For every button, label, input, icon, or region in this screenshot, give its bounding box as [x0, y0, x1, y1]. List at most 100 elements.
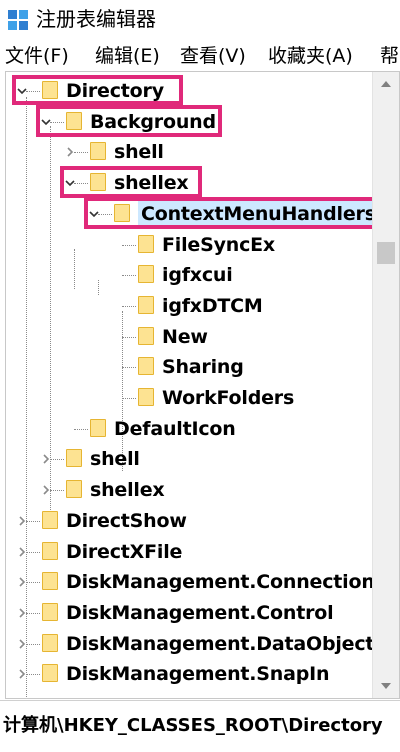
tree-item-label: shellex — [114, 172, 189, 195]
folder-icon — [138, 265, 154, 284]
chevron-right-icon[interactable] — [16, 607, 28, 619]
folder-icon — [90, 173, 106, 192]
tree-item-sharing[interactable]: Sharing — [6, 352, 372, 382]
folder-icon — [42, 633, 58, 652]
status-bar: 计算机\HKEY_CLASSES_ROOT\Directory — [0, 700, 400, 752]
tree-connector-line — [26, 674, 40, 676]
chevron-right-icon[interactable] — [16, 576, 28, 588]
tree-item-filesyncex[interactable]: FileSyncEx — [6, 230, 372, 260]
tree-connector-line — [122, 275, 136, 277]
tree-item-diskmanagement-control[interactable]: DiskManagement.Control — [6, 598, 372, 628]
chevron-down-icon[interactable] — [88, 208, 100, 220]
vertical-scrollbar[interactable] — [372, 72, 399, 698]
tree-item-workfolders[interactable]: WorkFolders — [6, 383, 372, 413]
menu-favorites[interactable]: 收藏夹(A) — [268, 43, 353, 69]
tree-connector-line — [50, 490, 64, 492]
registry-tree: Directory Background shell shellex ContextMe… — [6, 72, 372, 698]
tree-item-label: Directory — [66, 80, 164, 102]
scroll-up-button[interactable] — [373, 72, 399, 96]
tree-connector-line — [50, 121, 64, 123]
chevron-right-icon[interactable] — [16, 638, 28, 650]
chevron-right-icon[interactable] — [16, 546, 28, 558]
tree-item-label: shell — [90, 448, 140, 471]
chevron-down-icon[interactable] — [64, 177, 76, 189]
chevron-right-icon[interactable] — [16, 668, 28, 680]
scroll-down-button[interactable] — [373, 674, 399, 698]
tree-item-label: shellex — [90, 479, 165, 502]
folder-icon — [114, 203, 130, 222]
tree-item-label: DiskManagement.Connection — [66, 571, 372, 594]
tree-connector-line — [26, 582, 40, 584]
folder-icon — [138, 326, 154, 345]
tree-item-label: WorkFolders — [162, 387, 295, 409]
tree-connector-line — [50, 459, 64, 461]
tree-item-label: ContextMenuHandlers — [138, 200, 372, 227]
chevron-right-icon[interactable] — [64, 146, 76, 158]
tree-item-label: DefaultIcon — [114, 417, 236, 440]
tree-connector-line — [26, 91, 40, 92]
chevron-up-icon — [381, 81, 391, 87]
folder-icon — [42, 510, 58, 529]
tree-item-label: DirectXFile — [66, 540, 183, 563]
folder-icon — [138, 295, 154, 314]
menu-bar: 文件(F) 编辑(E) 查看(V) 收藏夹(A) 帮 — [0, 40, 400, 72]
tree-connector-line — [122, 305, 136, 307]
tree-connector-line — [74, 183, 88, 185]
tree-item-igfxdtcm[interactable]: igfxDTCM — [6, 291, 372, 321]
folder-icon — [42, 541, 58, 560]
chevron-down-icon[interactable] — [16, 85, 28, 97]
chevron-right-icon[interactable] — [40, 453, 52, 465]
menu-view[interactable]: 查看(V) — [180, 43, 246, 69]
folder-icon — [138, 234, 154, 253]
folder-icon — [90, 418, 106, 437]
tree-item-label: DiskManagement.DataObject — [66, 632, 372, 655]
scroll-thumb[interactable] — [377, 242, 395, 264]
tree-item-diskmanagement-dataobject[interactable]: DiskManagement.DataObject — [6, 629, 372, 659]
tree-item-directory[interactable]: Directory — [6, 76, 372, 106]
tree-item-label: igfxDTCM — [162, 294, 263, 317]
menu-help[interactable]: 帮 — [380, 43, 399, 69]
tree-item-defaulticon[interactable]: DefaultIcon — [6, 414, 372, 444]
tree-connector-line — [26, 612, 40, 614]
folder-icon — [66, 449, 82, 468]
chevron-down-icon — [381, 683, 391, 689]
tree-item-directxfile[interactable]: DirectXFile — [6, 537, 372, 567]
tree-item-shell[interactable]: shell — [6, 137, 372, 167]
title-bar: 注册表编辑器 — [0, 0, 400, 38]
folder-icon — [138, 357, 154, 376]
tree-connector-line — [122, 244, 136, 246]
tree-connector-line — [74, 428, 88, 430]
tree-item-label: DiskManagement.Control — [66, 601, 334, 624]
window-title: 注册表编辑器 — [36, 7, 156, 31]
tree-item-igfxcui[interactable]: igfxcui — [6, 260, 372, 290]
folder-icon — [138, 388, 154, 406]
tree-item-directshow[interactable]: DirectShow — [6, 506, 372, 536]
chevron-right-icon[interactable] — [40, 484, 52, 496]
tree-item-shell[interactable]: shell — [6, 444, 372, 474]
tree-item-new[interactable]: New — [6, 322, 372, 352]
menu-file[interactable]: 文件(F) — [5, 43, 69, 69]
chevron-right-icon[interactable] — [16, 515, 28, 527]
tree-item-label: New — [162, 325, 208, 348]
tree-connector-line — [26, 643, 40, 645]
tree-item-diskmanagement-snapin[interactable]: DiskManagement.SnapIn — [6, 659, 372, 689]
registry-editor-icon — [8, 10, 28, 30]
tree-item-label: igfxcui — [162, 264, 233, 287]
tree-item-shellex[interactable]: shellex — [6, 168, 372, 198]
chevron-down-icon[interactable] — [40, 116, 52, 128]
tree-connector-line — [26, 551, 40, 553]
tree-item-label: Sharing — [162, 356, 244, 379]
folder-icon — [42, 664, 58, 683]
tree-item-label: DiskManagement.SnapIn — [66, 663, 330, 686]
tree-item-diskmanagement-connection[interactable]: DiskManagement.Connection — [6, 567, 372, 597]
tree-item-background[interactable]: Background — [6, 107, 372, 137]
tree-item-label: DirectShow — [66, 509, 187, 532]
tree-item-shellex[interactable]: shellex — [6, 475, 372, 505]
folder-icon — [66, 480, 82, 499]
registry-tree-pane: Directory Background shell shellex ContextMe… — [5, 71, 400, 699]
tree-connector-line — [122, 398, 136, 399]
tree-item-contextmenuhandlers[interactable]: ContextMenuHandlers — [6, 199, 372, 229]
menu-edit[interactable]: 编辑(E) — [95, 43, 160, 69]
tree-item-label: shell — [114, 141, 164, 164]
folder-icon — [42, 572, 58, 591]
